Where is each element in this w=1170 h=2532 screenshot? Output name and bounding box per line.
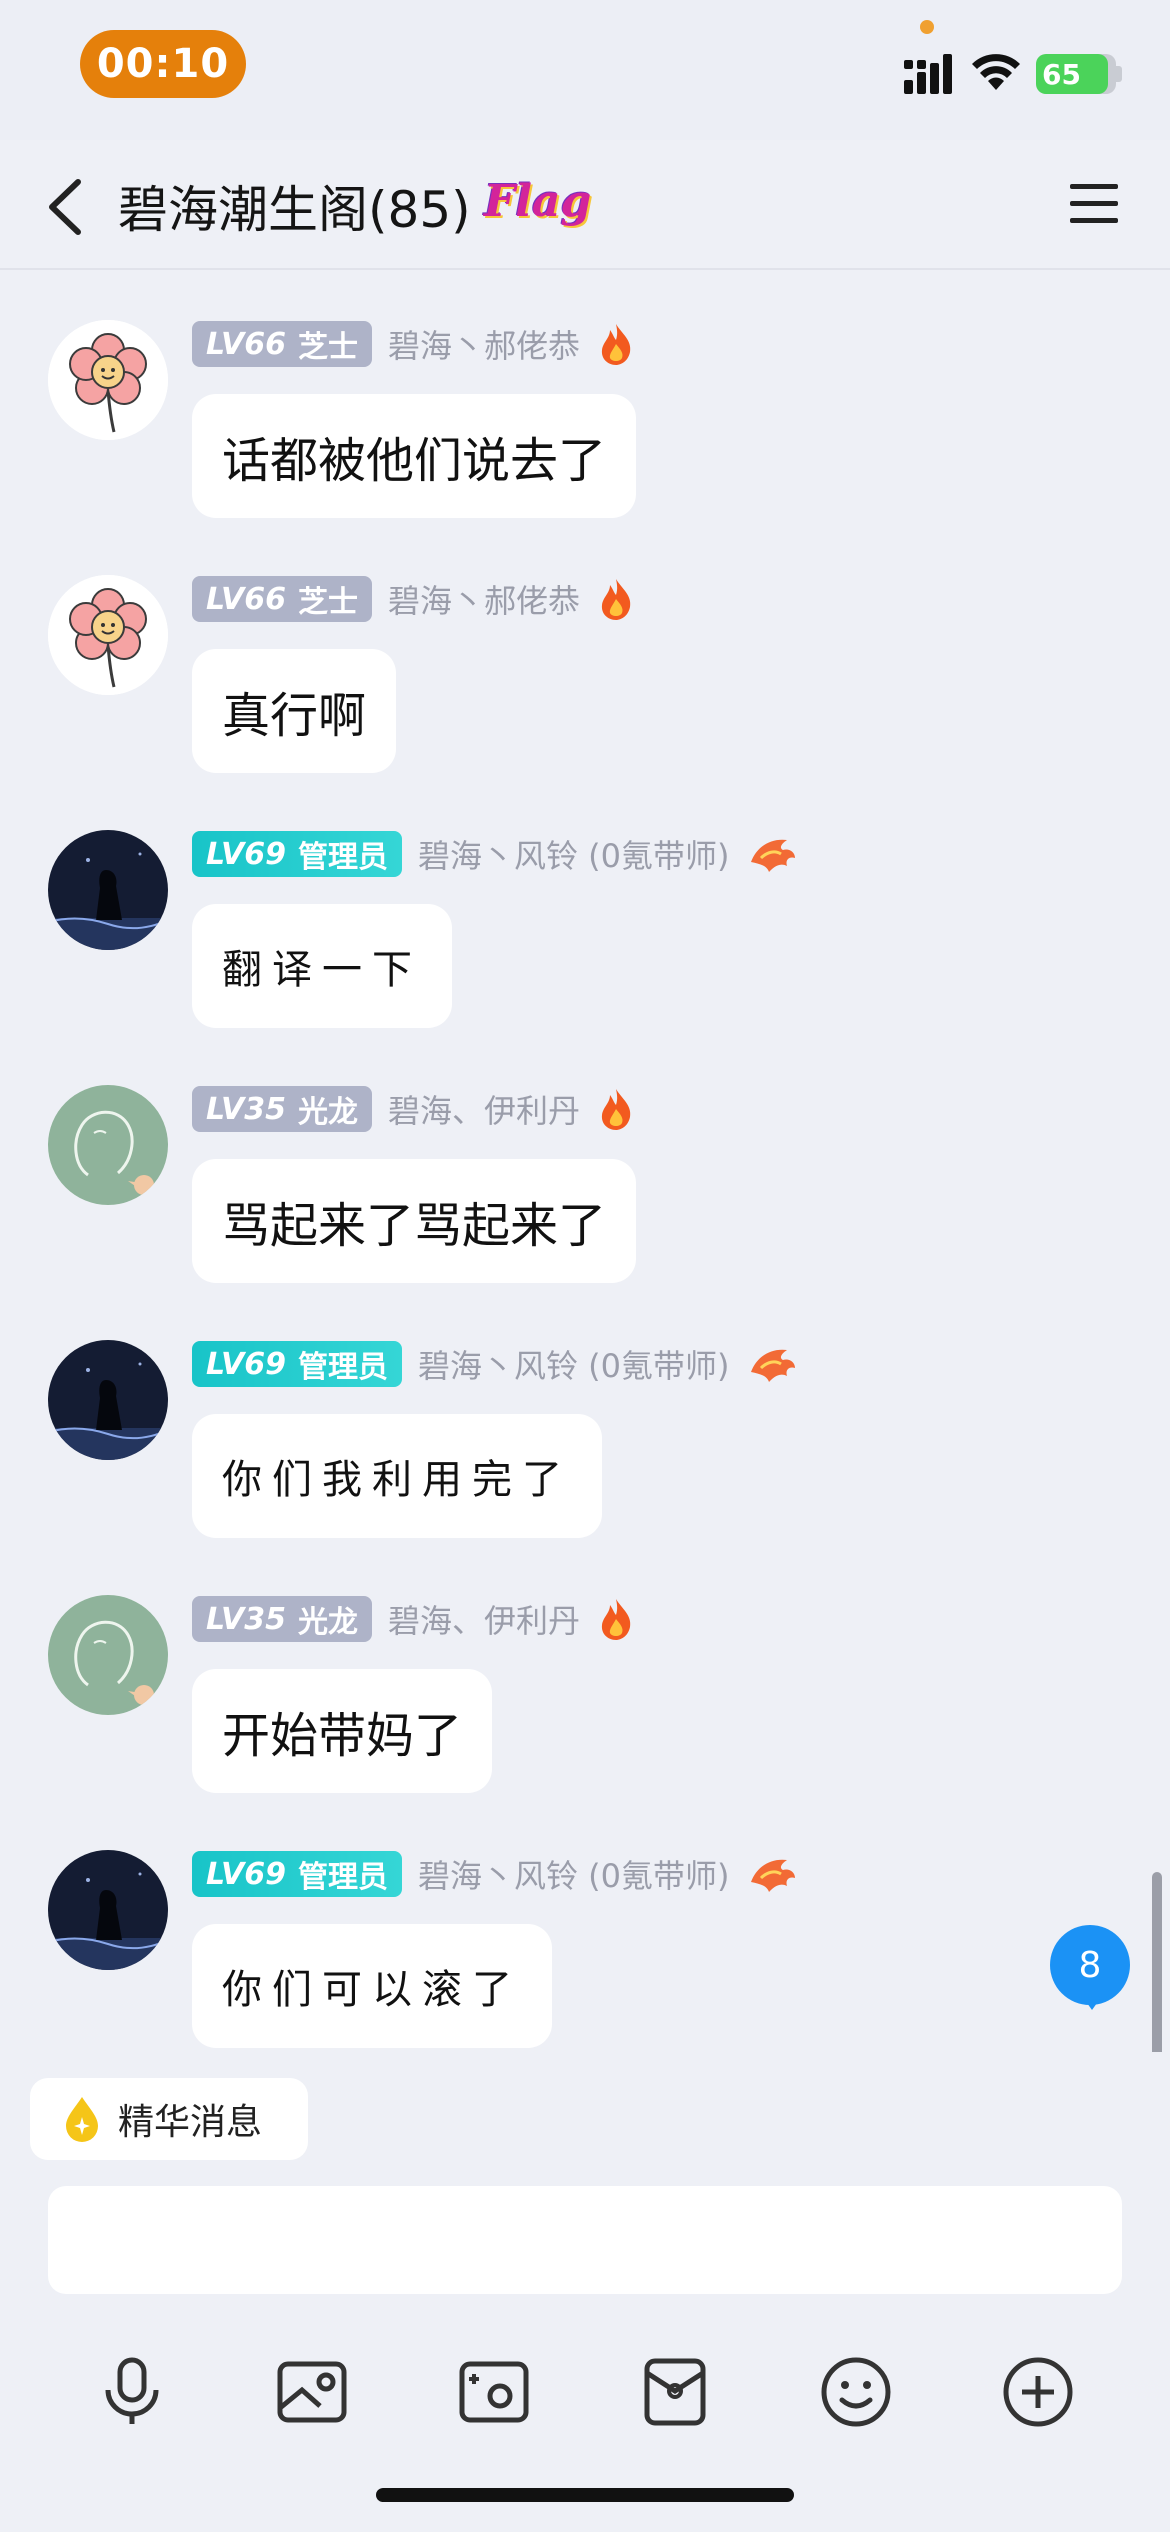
- sender-name[interactable]: 碧海丶郝佬恭: [388, 321, 580, 367]
- message-meta: LV35 光龙 碧海、伊利丹: [192, 1595, 634, 1643]
- home-indicator[interactable]: [376, 2488, 794, 2502]
- sender-name[interactable]: 碧海、伊利丹: [388, 1086, 580, 1132]
- member-title: 芝士: [297, 330, 358, 365]
- level-badge: LV66 芝士: [192, 576, 372, 622]
- unread-count-badge[interactable]: 8: [1050, 1925, 1130, 2005]
- message-meta: LV35 光龙 碧海、伊利丹: [192, 1085, 634, 1133]
- message-bubble[interactable]: 开始带妈了: [192, 1669, 493, 1793]
- message-meta: LV69 管理员 碧海丶风铃 (0氪带师): [192, 1340, 799, 1388]
- status-time: 00:10: [80, 30, 246, 98]
- message-meta: LV66 芝士 碧海丶郝佬恭: [192, 575, 634, 623]
- dragon-icon: [747, 1342, 799, 1386]
- menu-icon[interactable]: [1068, 182, 1120, 226]
- group-title[interactable]: 碧海潮生阁(85): [118, 170, 471, 242]
- essence-label: 精华消息: [118, 2102, 263, 2143]
- level-badge: LV69 管理员: [192, 1341, 402, 1387]
- sender-name[interactable]: 碧海丶郝佬恭: [388, 576, 580, 622]
- composer-area: 精华消息: [0, 2052, 1170, 2532]
- back-chevron-icon[interactable]: [40, 174, 90, 240]
- message-list[interactable]: LV66 芝士 碧海丶郝佬恭 话都被他们说去了 LV66 芝士 碧海丶郝佬恭 真…: [0, 272, 1170, 2052]
- message-meta: LV66 芝士 碧海丶郝佬恭: [192, 320, 634, 368]
- night-silhouette-avatar[interactable]: [48, 830, 168, 950]
- message-scrollbar[interactable]: [1152, 1872, 1162, 2052]
- essence-drop-icon: [66, 2097, 98, 2142]
- battery-indicator: 65: [1036, 54, 1116, 94]
- image-icon[interactable]: [272, 2352, 352, 2432]
- night-silhouette-avatar[interactable]: [48, 1340, 168, 1460]
- dragon-icon: [747, 832, 799, 876]
- sender-name[interactable]: 碧海丶风铃 (0氪带师): [418, 1851, 730, 1897]
- level-value: LV66: [206, 326, 286, 362]
- member-title: 管理员: [297, 1860, 388, 1895]
- message-meta: LV69 管理员 碧海丶风铃 (0氪带师): [192, 1850, 799, 1898]
- chat-header: 碧海潮生阁(85) Flag: [0, 140, 1170, 270]
- level-value: LV66: [206, 581, 286, 617]
- night-silhouette-avatar[interactable]: [48, 1850, 168, 1970]
- battery-cap: [1116, 66, 1122, 82]
- level-badge: LV35 光龙: [192, 1086, 372, 1132]
- member-title: 管理员: [297, 1350, 388, 1385]
- message-bubble[interactable]: 话都被他们说去了: [192, 394, 637, 518]
- level-badge: LV66 芝士: [192, 321, 372, 367]
- message-bubble[interactable]: 翻译一下: [192, 904, 452, 1028]
- message-bubble[interactable]: 你们可以滚了: [192, 1924, 552, 2048]
- member-title: 光龙: [297, 1605, 358, 1640]
- dragon-icon: [747, 1852, 799, 1896]
- status-bar: 00:10 65: [0, 0, 1170, 140]
- green-chalk-avatar[interactable]: [48, 1595, 168, 1715]
- member-title: 芝士: [297, 585, 358, 620]
- battery-level: 65: [1036, 54, 1108, 94]
- camera-icon[interactable]: [454, 2352, 534, 2432]
- level-value: LV69: [206, 836, 286, 872]
- level-badge: LV69 管理员: [192, 831, 402, 877]
- flower-avatar[interactable]: [48, 320, 168, 440]
- message-meta: LV69 管理员 碧海丶风铃 (0氪带师): [192, 830, 799, 878]
- emoji-icon[interactable]: [816, 2352, 896, 2432]
- message-bubble[interactable]: 骂起来了骂起来了: [192, 1159, 637, 1283]
- composer-toolbar: [0, 2322, 1170, 2462]
- red-packet-icon[interactable]: [635, 2352, 715, 2432]
- level-value: LV69: [206, 1856, 286, 1892]
- cellular-signal-icon: [904, 54, 952, 94]
- level-value: LV69: [206, 1346, 286, 1382]
- wifi-icon: [972, 54, 1020, 90]
- level-badge: LV35 光龙: [192, 1596, 372, 1642]
- level-value: LV35: [206, 1601, 286, 1637]
- level-badge: LV69 管理员: [192, 1851, 402, 1897]
- sender-name[interactable]: 碧海丶风铃 (0氪带师): [418, 831, 730, 877]
- message-bubble[interactable]: 你们我利用完了: [192, 1414, 602, 1538]
- unread-badge-tail: [1082, 1996, 1102, 2010]
- message-bubble[interactable]: 真行啊: [192, 649, 397, 773]
- fire-icon: [598, 1087, 634, 1131]
- plus-icon[interactable]: [998, 2352, 1078, 2432]
- fire-icon: [598, 577, 634, 621]
- sender-name[interactable]: 碧海丶风铃 (0氪带师): [418, 1341, 730, 1387]
- fire-icon: [598, 1597, 634, 1641]
- message-input[interactable]: [48, 2186, 1122, 2294]
- flower-avatar[interactable]: [48, 575, 168, 695]
- level-value: LV35: [206, 1091, 286, 1127]
- sender-name[interactable]: 碧海、伊利丹: [388, 1596, 580, 1642]
- fire-icon: [598, 322, 634, 366]
- essence-messages-button[interactable]: 精华消息: [30, 2078, 308, 2160]
- member-title: 管理员: [297, 840, 388, 875]
- microphone-icon[interactable]: [92, 2352, 172, 2432]
- privacy-indicator-dot: [920, 20, 934, 34]
- member-title: 光龙: [297, 1095, 358, 1130]
- green-chalk-avatar[interactable]: [48, 1085, 168, 1205]
- flag-badge: Flag: [484, 176, 592, 227]
